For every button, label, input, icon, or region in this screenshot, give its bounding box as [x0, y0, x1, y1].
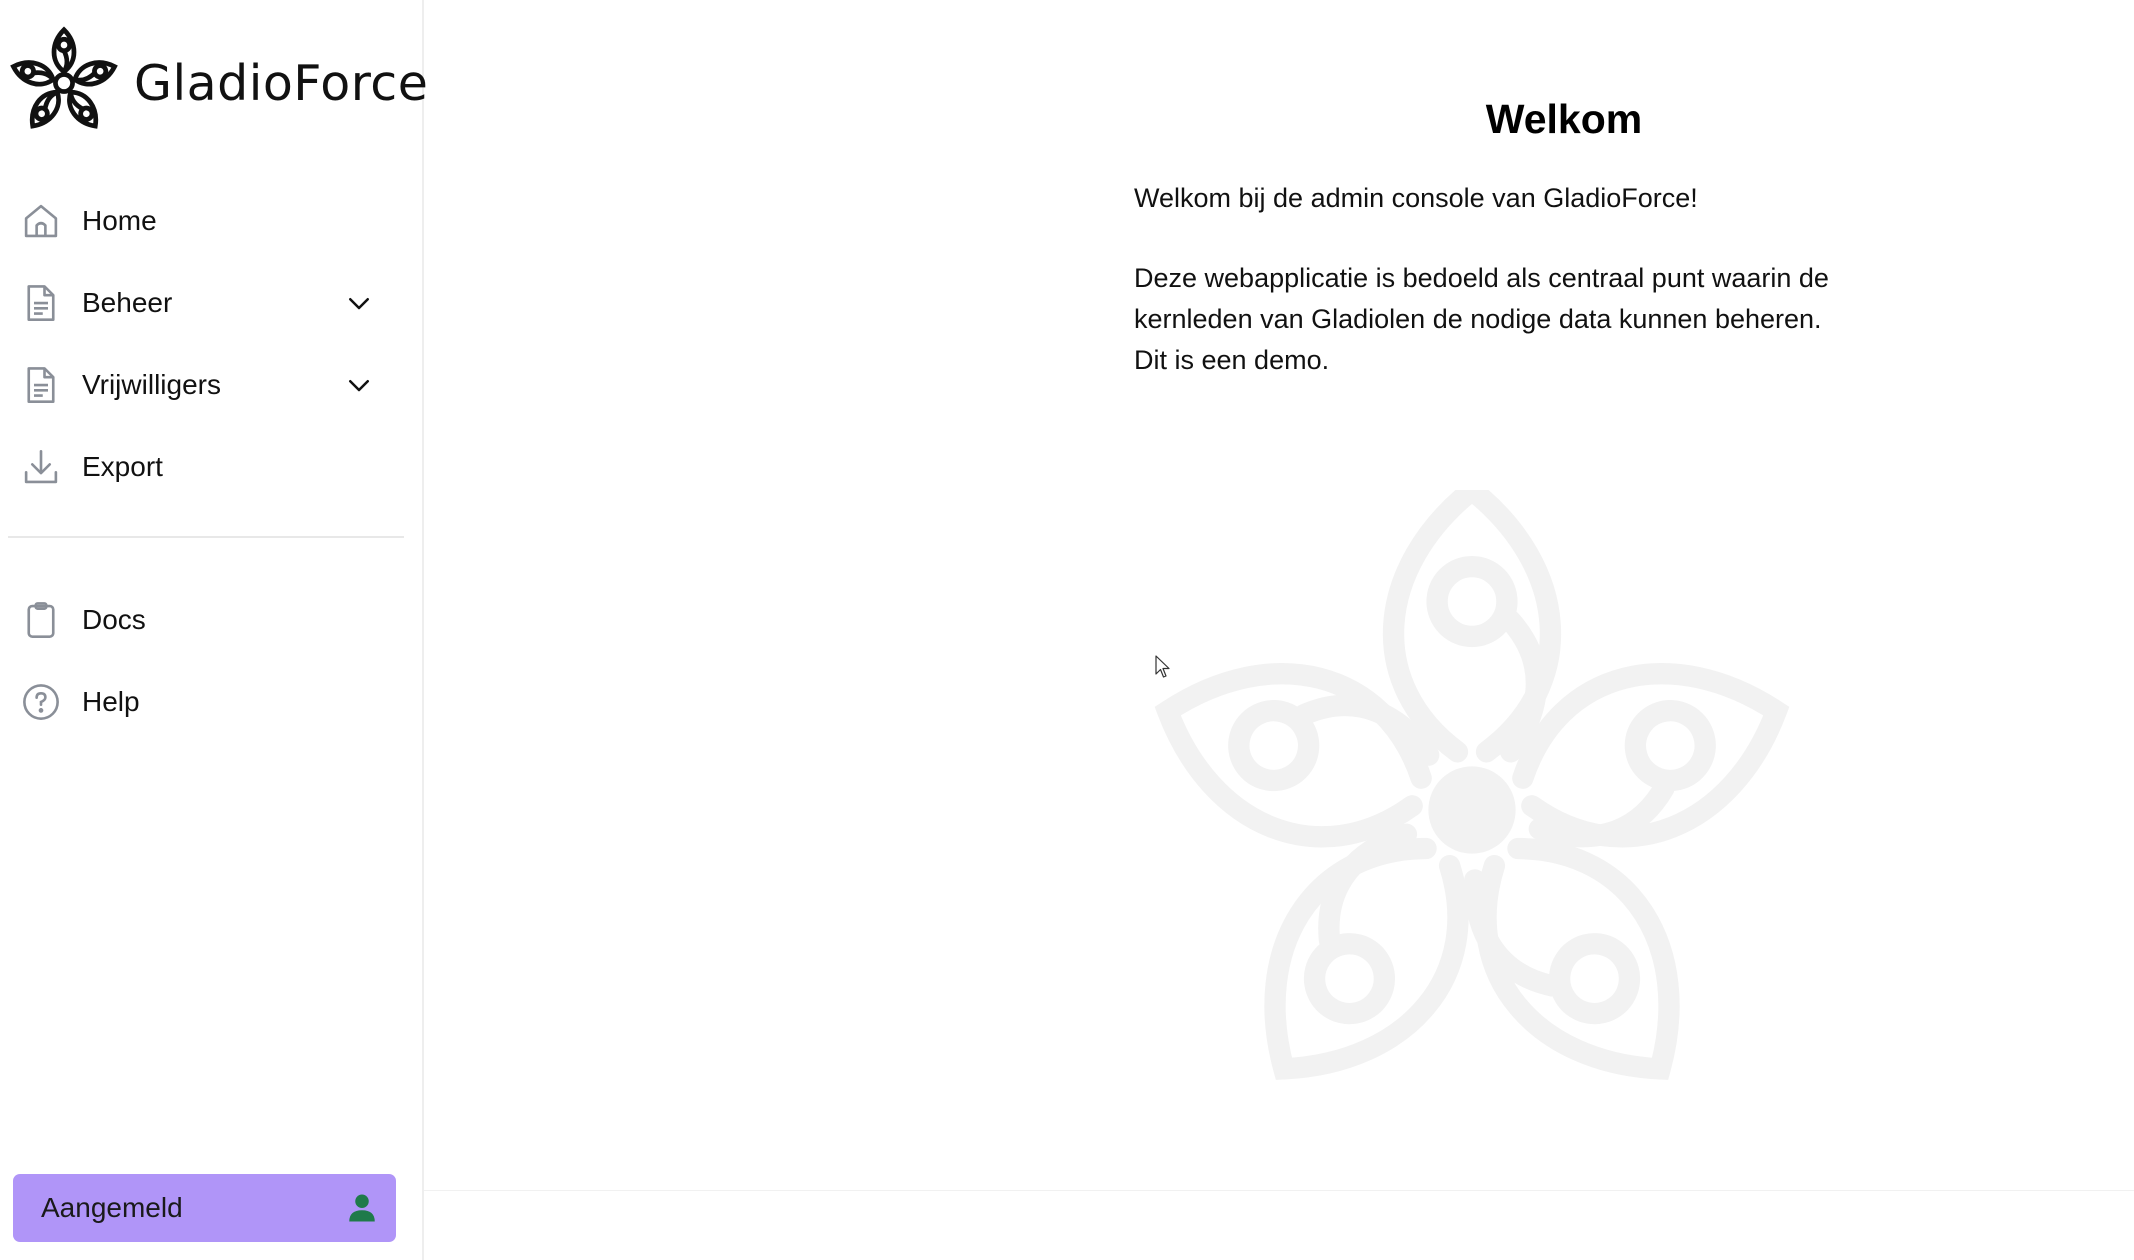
- sidebar-divider: [8, 536, 404, 538]
- clipboard-icon: [27, 602, 55, 638]
- sidebar-item-home[interactable]: Home: [0, 186, 404, 256]
- gladiolus-watermark-icon: [1154, 490, 1790, 1080]
- sidebar-item-label: Home: [82, 205, 157, 236]
- document-icon: [27, 367, 55, 403]
- sidebar-item-export[interactable]: Export: [0, 432, 404, 502]
- main-content: Welkom Welkom bij de admin console van G…: [424, 0, 2134, 1190]
- welcome-intro: Welkom bij de admin console van GladioFo…: [1134, 183, 1698, 213]
- document-icon: [27, 285, 55, 321]
- gladiolus-logo-icon: [10, 26, 118, 129]
- chevron-down-icon[interactable]: [344, 370, 374, 400]
- sidebar-item-vrijwilligers[interactable]: Vrijwilligers: [0, 350, 404, 420]
- brand-name: GladioForce: [134, 54, 429, 112]
- page-title: Welkom: [1485, 96, 1643, 142]
- sidebar-item-docs[interactable]: Docs: [0, 585, 404, 655]
- chevron-down-icon[interactable]: [344, 288, 374, 318]
- download-icon: [24, 449, 58, 484]
- sidebar-item-help[interactable]: Help: [0, 667, 404, 737]
- home-icon: [24, 204, 58, 238]
- brand[interactable]: GladioForce: [6, 26, 428, 140]
- help-circle-icon: [23, 684, 59, 720]
- sidebar: GladioForce Home Beheer Vrijwilligers Ex…: [0, 0, 428, 1260]
- sidebar-item-label: Vrijwilligers: [82, 369, 221, 400]
- footer-divider: [424, 1190, 2134, 1191]
- mouse-cursor-icon: [1155, 655, 1170, 678]
- user-status-label: Aangemeld: [41, 1192, 183, 1223]
- sidebar-item-beheer[interactable]: Beheer: [0, 268, 404, 338]
- welcome-description: Deze webapplicatie is bedoeld als centra…: [1134, 263, 1829, 375]
- user-status-button[interactable]: Aangemeld: [13, 1174, 396, 1242]
- user-icon: [349, 1194, 375, 1222]
- sidebar-item-label: Docs: [82, 604, 146, 635]
- sidebar-item-label: Export: [82, 451, 163, 482]
- sidebar-item-label: Help: [82, 686, 140, 717]
- app-window: GladioForce Home Beheer Vrijwilligers Ex…: [0, 0, 2134, 1260]
- sidebar-item-label: Beheer: [82, 287, 173, 318]
